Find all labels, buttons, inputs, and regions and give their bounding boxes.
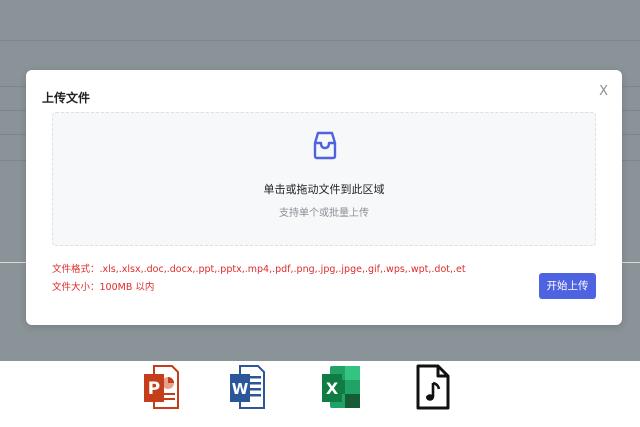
upload-dialog: 上传文件 X 单击或拖动文件到此区域 支持单个或批量上传 文件格式：.xls,.… <box>26 70 622 325</box>
word-letter: W <box>232 380 249 398</box>
excel-icon: X <box>322 366 360 408</box>
excel-letter: X <box>326 379 339 398</box>
dialog-title: 上传文件 <box>42 91 91 105</box>
start-upload-button[interactable]: 开始上传 <box>539 273 596 299</box>
upload-dropzone[interactable]: 单击或拖动文件到此区域 支持单个或批量上传 <box>52 112 596 246</box>
audio-file-icon <box>416 364 450 410</box>
backdrop-row-divider <box>0 40 640 41</box>
file-format-note: 文件格式：.xls,.xlsx,.doc,.docx,.ppt,.pptx,.m… <box>52 264 466 275</box>
close-button[interactable]: X <box>599 85 608 99</box>
word-icon: W <box>230 365 265 409</box>
dropzone-main-text: 单击或拖动文件到此区域 <box>263 183 385 196</box>
powerpoint-icon: P <box>144 365 179 409</box>
dropzone-hint-text: 支持单个或批量上传 <box>279 208 369 219</box>
file-size-note: 文件大小：100MB 以内 <box>52 282 155 293</box>
powerpoint-letter: P <box>148 379 160 399</box>
inbox-icon <box>313 131 337 160</box>
